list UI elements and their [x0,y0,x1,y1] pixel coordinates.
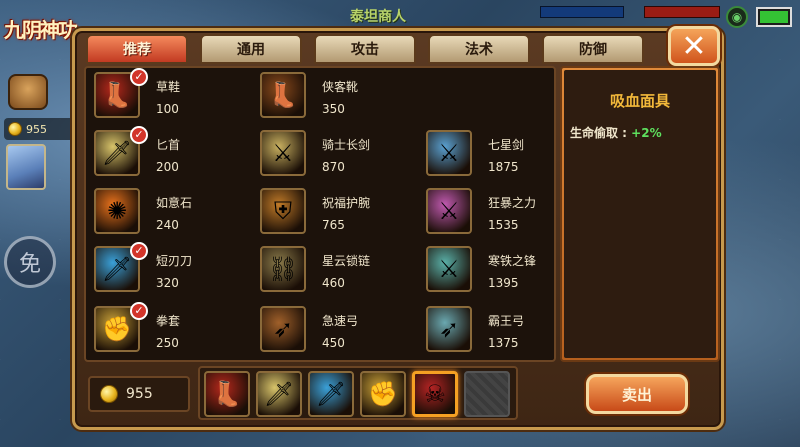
blade-icon: 🗡 [315,380,347,408]
player-gold: 955 [88,376,190,412]
item-name: 短刃刀 [156,254,193,268]
shop-item[interactable]: ✊ ✓ 拳套 250 [94,302,244,358]
item-price: 350 [322,102,345,116]
owned-check-icon: ✓ [130,242,148,260]
inventory-slot[interactable]: 🗡 [308,371,354,417]
shop-item[interactable]: ✺ 如意石 240 [94,188,244,240]
shop-title: 泰坦商人 [350,9,406,25]
tab-1[interactable]: 通用 [200,34,302,64]
coin-icon [100,385,118,403]
skill-button[interactable]: 免 [4,236,56,288]
item-price: 460 [322,276,345,290]
item-price: 100 [156,102,179,116]
dagger-icon: 🗡 [263,380,295,408]
item-name: 草鞋 [156,80,181,94]
mask-icon: ☠ [424,380,446,408]
gauntlet-icon: ✊ [368,380,398,408]
item-grid: 👢 ✓ 草鞋 100 👢 侠客靴 350 🗡 ✓ 匕首 200 ⚔ 骑士长剑 870 ⚔ 七星剑 1875 ✺ 如意… [84,66,556,362]
item-name: 霸王弓 [488,314,525,328]
shop-item[interactable]: ⚔ 狂暴之力 1535 [426,188,554,240]
shop-item[interactable]: 🗡 ✓ 匕首 200 [94,126,244,182]
item-price: 200 [156,160,179,174]
player-gold-value: 955 [126,386,153,402]
bow-icon: ➶ [260,306,306,352]
wifi-icon: ◉ [726,6,748,28]
team-bar-blue [540,6,624,18]
item-price: 765 [322,218,345,232]
owned-check-icon: ✓ [130,126,148,144]
shop-item[interactable]: 🗡 ✓ 短刃刀 320 [94,242,244,298]
sword-icon: ⚔ [260,130,306,176]
shop-item[interactable]: ⛓ 星云锁链 460 [260,246,410,298]
hero-avatar[interactable] [6,144,46,190]
team-bar-red [644,6,720,18]
boots-icon: 👢 [212,380,242,408]
inventory-slot[interactable]: 👢 [204,371,250,417]
detail-stat-value: +2% [631,126,662,140]
shop-item[interactable]: ⚔ 骑士长剑 870 [260,130,410,182]
shop-item[interactable]: ⚔ 七星剑 1875 [426,130,554,182]
battery-icon [756,7,792,27]
item-name: 狂暴之力 [488,196,537,210]
item-price: 870 [322,160,345,174]
sword-icon: ⚔ [426,130,472,176]
item-name: 拳套 [156,314,181,328]
detail-item-name: 吸血面具 [609,92,670,110]
owned-check-icon: ✓ [130,68,148,86]
item-price: 1375 [488,336,519,350]
item-name: 匕首 [156,138,181,152]
empty-slot[interactable] [464,371,510,417]
sell-button[interactable]: 卖出 [586,374,688,414]
inventory-slot[interactable]: 🗡 [256,371,302,417]
inventory-slot[interactable]: ✊ [360,371,406,417]
shop-item[interactable]: ⛨ 祝福护腕 765 [260,188,410,240]
hud-gold-value: 955 [26,122,47,136]
item-name: 星云锁链 [322,254,371,268]
item-price: 1535 [488,218,519,232]
close-icon: ✕ [681,28,707,64]
item-price: 1395 [488,276,519,290]
coin-icon [8,122,22,136]
tab-2[interactable]: 攻击 [314,34,416,64]
sword-icon: ⚔ [426,188,472,234]
stone-icon: ✺ [94,188,140,234]
chain-icon: ⛓ [260,246,306,292]
detail-stat-label: 生命偷取 : [570,126,627,140]
tab-3[interactable]: 法术 [428,34,530,64]
shop-item[interactable]: ➶ 急速弓 450 [260,306,410,358]
item-name: 骑士长剑 [322,138,371,152]
close-button[interactable]: ✕ [668,26,720,66]
shop-item[interactable]: 👢 ✓ 草鞋 100 [94,68,244,124]
item-name: 急速弓 [322,314,359,328]
shop-item[interactable]: ⚔ 寒铁之锋 1395 [426,246,554,298]
item-price: 320 [156,276,179,290]
item-price: 240 [156,218,179,232]
sword-icon: ⚔ [426,246,472,292]
item-price: 1875 [488,160,519,174]
bow-icon: ➶ [426,306,472,352]
bracer-icon: ⛨ [260,188,306,234]
tab-4[interactable]: 防御 [542,34,644,64]
inventory-slot[interactable]: ☠ [412,371,458,417]
inventory-strip: 👢 🗡 🗡 ✊ ☠ [198,366,518,420]
detail-stat: 生命偷取 : +2% [570,124,662,141]
item-name: 祝福护腕 [322,196,371,210]
shop-item[interactable]: 👢 侠客靴 350 [260,72,410,124]
item-name: 如意石 [156,196,193,210]
shop-item[interactable]: ➶ 霸王弓 1375 [426,306,554,358]
item-price: 250 [156,336,179,350]
bag-icon[interactable] [8,74,48,110]
category-tabs: 推荐 通用 攻击 法术 防御 [86,34,644,64]
item-name: 七星剑 [488,138,525,152]
item-detail-panel: 吸血面具 生命偷取 : +2% [560,66,720,362]
item-name: 寒铁之锋 [488,254,537,268]
tab-0[interactable]: 推荐 [86,34,188,64]
hud-gold: 955 [4,118,76,140]
item-price: 450 [322,336,345,350]
boots-icon: 👢 [260,72,306,118]
item-name: 侠客靴 [322,80,359,94]
owned-check-icon: ✓ [130,302,148,320]
